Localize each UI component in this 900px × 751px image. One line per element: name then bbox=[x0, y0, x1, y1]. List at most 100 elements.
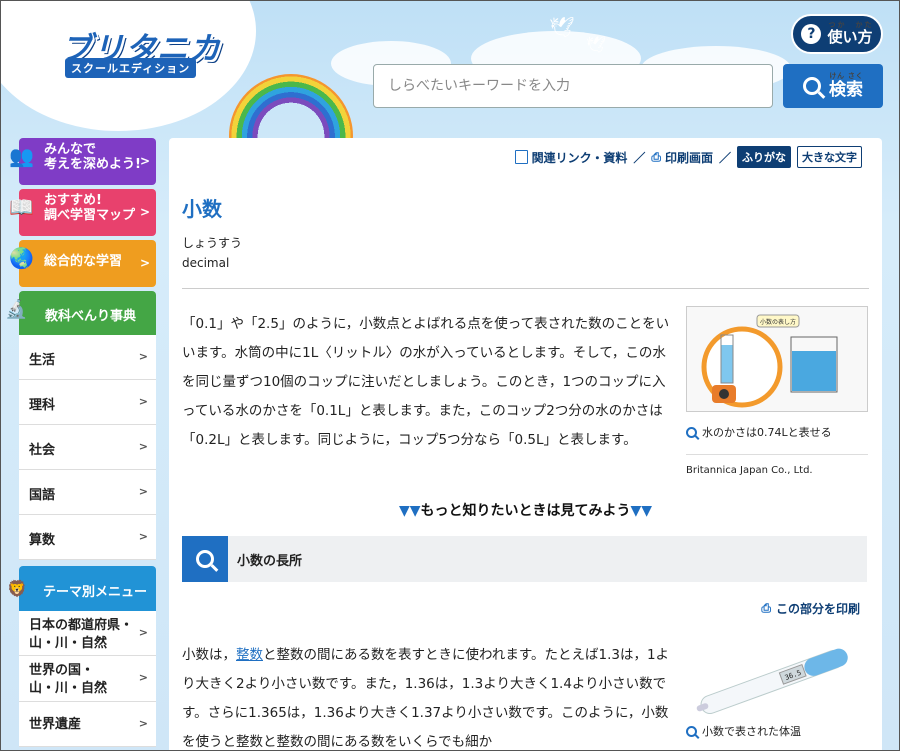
chevron-right-icon: > bbox=[138, 440, 148, 453]
print-link[interactable]: ⎙ 印刷画面 bbox=[651, 149, 713, 166]
measuring-cup-illustration: 小数の表し方 bbox=[701, 314, 838, 408]
figure-caption[interactable]: 水のかさは0.74Lと表せる bbox=[686, 424, 868, 440]
triangle-down-icon: ▼▼ bbox=[398, 503, 421, 519]
search-button[interactable]: 検索けん さく bbox=[783, 64, 883, 108]
theme-item-label: 世界遺産 bbox=[29, 717, 82, 732]
help-button[interactable]: ? 使い方つか かた bbox=[791, 14, 883, 54]
theme-item-label: 山・川・自然 bbox=[29, 681, 108, 696]
figure-caption-text: 水のかさは0.74Lと表せる bbox=[702, 426, 832, 439]
search-icon bbox=[196, 550, 214, 568]
chevron-right-icon: > bbox=[138, 717, 148, 730]
article-paragraph: 「0.1」や「2.5」のように，小数点とよばれる点を使って表された数のことをいい… bbox=[182, 316, 670, 448]
section-header[interactable]: 小数の長所 bbox=[182, 536, 867, 582]
theme-item-countries[interactable]: 世界の国・ 山・川・自然 > bbox=[19, 656, 156, 702]
subjects-header: 🔬 教科べんり事典 bbox=[5, 291, 156, 335]
section-title: 小数の長所 bbox=[237, 554, 303, 569]
article-panel: 関連リンク・資料 ／ ⎙ 印刷画面 ／ ふりがな 大きな文字 小数 しょうすう d… bbox=[169, 138, 882, 750]
figure-water-volume: 小数の表し方 水のかさは0.74Lと表せる Britannica Japan C… bbox=[686, 306, 868, 476]
figure-caption-text: 小数で表された体温 bbox=[702, 725, 801, 738]
subjects-header-label: 教科べんり事典 bbox=[45, 309, 137, 324]
sidebar-item-kokugo[interactable]: 国語 > bbox=[19, 470, 156, 515]
print-icon: ⎙ bbox=[651, 149, 661, 164]
figure-label: 小数の表し方 bbox=[760, 318, 796, 326]
title-reading: しょうすう bbox=[182, 236, 243, 250]
handle-dot bbox=[719, 389, 729, 399]
sidebar-item-label: 国語 bbox=[29, 488, 56, 503]
furigana-toggle[interactable]: ふりがな bbox=[737, 146, 791, 168]
title-info: しょうすう decimal bbox=[182, 233, 242, 273]
chevron-right-icon: > bbox=[139, 154, 150, 168]
search-icon bbox=[803, 77, 821, 95]
related-links[interactable]: 関連リンク・資料 bbox=[514, 149, 628, 166]
print-section-label: この部分を印刷 bbox=[775, 602, 860, 616]
promo-label: おすすめ! bbox=[44, 193, 102, 208]
search-input[interactable] bbox=[373, 64, 773, 108]
page: 🕊 🕊 ブリタニカ スクールエディション ? 使い方つか かた 検索けん さく … bbox=[0, 0, 900, 751]
cup-water bbox=[721, 345, 733, 383]
chevron-right-icon: > bbox=[138, 395, 148, 408]
article-paragraph-2: 小数は，整数と整数の間にある数を表すときに使われます。たとえば1.3は，1より大… bbox=[182, 641, 672, 750]
sidebar-item-label: 理科 bbox=[29, 398, 56, 413]
sidebar-item-sansu[interactable]: 算数 > bbox=[19, 515, 156, 560]
section-search-icon bbox=[182, 536, 228, 582]
figure-caption[interactable]: 小数で表された体温 bbox=[686, 723, 868, 739]
zoom-icon bbox=[686, 426, 697, 438]
chevron-right-icon: > bbox=[138, 671, 148, 684]
title-english: decimal bbox=[182, 256, 230, 270]
logo-subtitle: スクールエディション bbox=[65, 58, 197, 78]
more-info-heading: ▼▼もっと知りたいときは見てみよう▼▼ bbox=[169, 500, 882, 520]
bird-icon: 🕊 bbox=[549, 15, 575, 39]
sidebar-item-rika[interactable]: 理科 > bbox=[19, 380, 156, 425]
separator: ／ bbox=[633, 150, 646, 165]
theme-item-label: 世界の国・ bbox=[29, 663, 95, 678]
microscope-icon: 🔬 bbox=[5, 299, 28, 320]
theme-item-world-heritage[interactable]: 世界遺産 > bbox=[19, 702, 156, 747]
globe-icon: 🌏 bbox=[9, 246, 34, 270]
link-integer[interactable]: 整数 bbox=[236, 647, 263, 663]
divider bbox=[182, 288, 869, 289]
chevron-right-icon: > bbox=[138, 485, 148, 498]
theme-menu-header: 🦁 テーマ別メニュー bbox=[7, 566, 156, 611]
text-span: 小数は， bbox=[182, 647, 236, 663]
promo-label: 総合的な学習 bbox=[44, 254, 123, 269]
article-toolbar: 関連リンク・資料 ／ ⎙ 印刷画面 ／ ふりがな 大きな文字 bbox=[514, 146, 862, 168]
lion-icon: 🦁 bbox=[7, 579, 27, 598]
figure-image[interactable]: 36.5 bbox=[686, 633, 868, 723]
sidebar-item-label: 算数 bbox=[29, 533, 56, 548]
chevron-right-icon: > bbox=[139, 205, 150, 219]
sidebar-item-label: 生活 bbox=[29, 353, 56, 368]
chevron-right-icon: > bbox=[138, 350, 148, 363]
theme-item-label: 日本の都道府県・ bbox=[29, 618, 134, 633]
sidebar-item-seikatsu[interactable]: 生活 > bbox=[19, 335, 156, 380]
related-links-label: 関連リンク・資料 bbox=[531, 150, 628, 165]
chevron-right-icon: > bbox=[139, 256, 150, 270]
promo-research-map[interactable]: 📖 おすすめ! 調べ学習マップ > bbox=[9, 189, 156, 236]
theme-item-label: 山・川・自然 bbox=[29, 636, 108, 651]
sidebar-item-label: 社会 bbox=[29, 443, 56, 458]
print-link-label: 印刷画面 bbox=[664, 150, 713, 165]
theme-item-prefectures[interactable]: 日本の都道府県・ 山・川・自然 > bbox=[19, 611, 156, 656]
triangle-down-icon: ▼▼ bbox=[630, 503, 653, 519]
figure-image[interactable]: 小数の表し方 bbox=[686, 306, 868, 412]
book-icon: 📖 bbox=[9, 195, 34, 219]
promo-label: 考えを深めよう! bbox=[44, 157, 141, 172]
large-text-toggle[interactable]: 大きな文字 bbox=[797, 146, 862, 168]
figure-thermometer: 36.5 小数で表された体温 bbox=[686, 633, 868, 739]
print-icon: ⎙ bbox=[761, 601, 771, 615]
document-icon bbox=[514, 150, 528, 164]
search-button-label: 検索けん さく bbox=[829, 72, 863, 100]
promo-think-deeper[interactable]: 👥 みんなで 考えを深めよう! > bbox=[9, 138, 156, 185]
promo-label: 調べ学習マップ bbox=[44, 208, 136, 223]
print-section-link[interactable]: ⎙ この部分を印刷 bbox=[761, 600, 860, 617]
more-info-label: もっと知りたいときは見てみよう bbox=[420, 503, 631, 519]
chevron-right-icon: > bbox=[138, 530, 148, 543]
question-icon: ? bbox=[801, 24, 822, 44]
page-title: 小数 bbox=[182, 197, 222, 221]
promo-integrated-study[interactable]: 🌏 総合的な学習 > bbox=[9, 240, 156, 287]
sidebar-item-shakai[interactable]: 社会 > bbox=[19, 425, 156, 470]
thermometer-illustration: 36.5 bbox=[696, 648, 848, 715]
chevron-right-icon: > bbox=[138, 626, 148, 639]
thermometer-cap bbox=[804, 648, 848, 676]
theme-menu-label: テーマ別メニュー bbox=[43, 585, 148, 600]
sidebar: 👥 みんなで 考えを深めよう! > 📖 おすすめ! 調べ学習マップ > 🌏 総合… bbox=[5, 138, 156, 747]
